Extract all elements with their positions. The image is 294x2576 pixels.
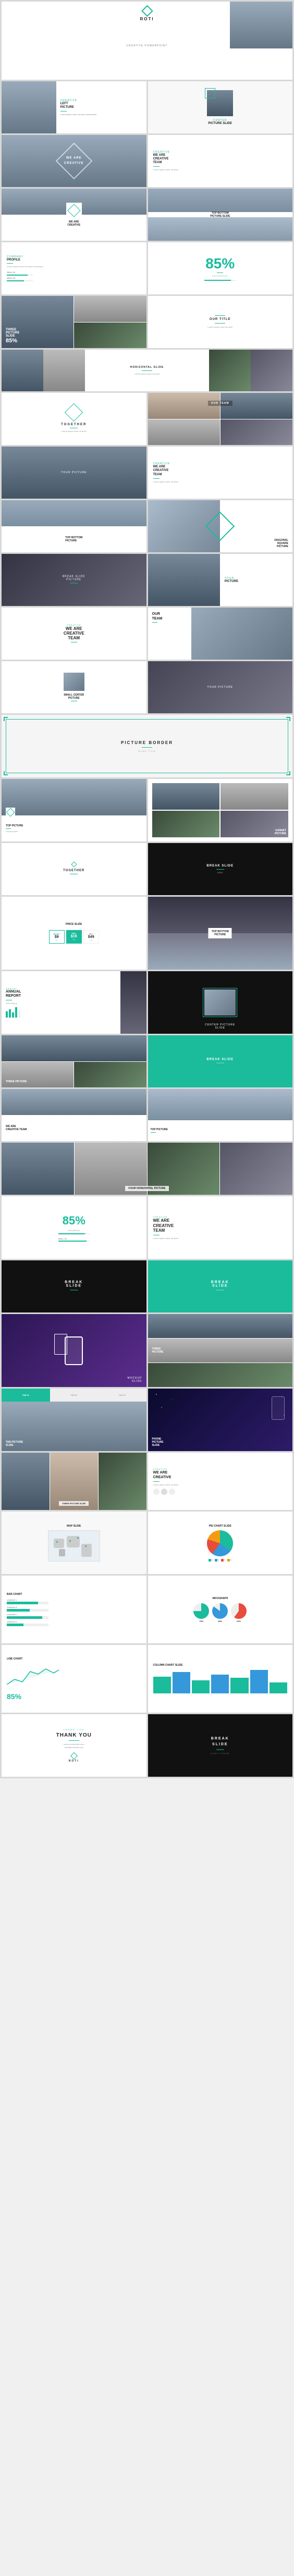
slide-thank-you: THANK YOU THANK YOU www.yourwebsite.comh…	[2, 1714, 146, 1777]
slide-break-final: BREAKSLIDE DARK THEME	[148, 1714, 293, 1777]
slide-your-picture-2: YOUR PICTURE	[148, 554, 293, 606]
slide-creative-team-4: WE ARECREATIVE TEAM	[2, 1089, 146, 1141]
slide-top-bottom: TOP BOTTOMPICTURE SLIDE	[148, 189, 293, 241]
row-16: TOGETHER BREAK SLIDE DARK	[2, 843, 292, 895]
slide-three-picture-3: THREEPICTURE	[148, 1314, 293, 1387]
slide-top-bottom-3: TOP BOTTOMPICTURE	[148, 897, 293, 970]
row-30: THANK YOU THANK YOU www.yourwebsite.comh…	[2, 1714, 292, 1777]
row-20: WE ARECREATIVE TEAM TOP PICTURE	[2, 1089, 292, 1141]
slide-creative-team-2: CREATIVE WE ARECREATIVETEAM Lorem ipsum …	[148, 447, 293, 499]
slide-column-chart: COLUMN CHART SLIDE	[148, 1645, 293, 1713]
slide-picture-border: PICTURE BORDER SLIDE TITLE	[2, 715, 292, 777]
slide-ganset: GANSETPICTURE	[148, 779, 293, 841]
row-29: LINE CHART 85% COLUMN CHART SLIDE	[2, 1645, 292, 1713]
slide-three-picture-4: THREE PICTURE SLIDE	[2, 1453, 146, 1510]
slide-our-team-1: OUR TEAM	[148, 393, 293, 445]
slide-creative-team-5: CREATIVE WE ARECREATIVETEAM Lorem ipsum …	[148, 1196, 293, 1259]
row-24: MOCKUPSLIDE THREEPICTURE	[2, 1314, 292, 1387]
row-27: MAP SLIDE PIE CHART SLIDE	[2, 1512, 292, 1574]
slide-our-team-2: OURTEAM	[148, 608, 293, 660]
row-8: TOGETHER Lorem ipsum dolor sit amet OUR …	[2, 393, 292, 445]
slide-break-2: BREAK SLIDE	[148, 1035, 293, 1087]
line-chart-svg	[7, 1664, 59, 1690]
slide-mockup: MOCKUPSLIDE	[2, 1314, 146, 1387]
slide-break-picture: BREAK SLIDEPICTURE	[2, 554, 146, 606]
row-2: CREATIVE LEFTPICTURE Lorem ipsum dolor s…	[2, 81, 292, 133]
row-10: TOP BOTTOMPICTURE DIAGONALSQUAREPICTURE	[2, 500, 292, 552]
row-18: ANNUAL ANNUALREPORT 2024 Report	[2, 971, 292, 1034]
slide-horizontal: HORIZONTAL SLIDE Lorem ipsum dolor sit a…	[2, 350, 292, 391]
row-23: BREAKSLIDE BREAKSLIDE	[2, 1260, 292, 1312]
slide-center-picture: CENTER PICTURE SLIDE	[148, 81, 293, 133]
slide-company-profile: COMPANY PROFILE Lorem ipsum dolor sit am…	[2, 242, 146, 294]
row-11: BREAK SLIDEPICTURE YOUR PICTURE	[2, 554, 292, 606]
slide-small-center: SMALL CENTERPICTURE	[2, 661, 146, 713]
slide-top-picture-2: TOP PICTURE	[148, 1089, 293, 1141]
slide-four-horizontal: FOUR HORIZONTAL PICTURE	[2, 1143, 292, 1195]
slide-top-picture: TOP PICTURE Lorem ipsum	[2, 779, 146, 841]
slide-pie-chart: PIE CHART SLIDE A B C D	[148, 1512, 293, 1574]
slide-diagonal: DIAGONALSQUAREPICTURE	[148, 500, 293, 552]
slide-break-teal: BREAKSLIDE	[148, 1260, 293, 1312]
slide-line-chart: LINE CHART 85%	[2, 1645, 146, 1713]
row-12: CREATIVE WE ARECREATIVETEAM OURTEAM	[2, 608, 292, 660]
slide-annual-report: ANNUAL ANNUALREPORT 2024 Report	[2, 971, 146, 1034]
slide-creative-6: CREATIVE WE ARECREATIVE Lorem ipsum dolo…	[148, 1453, 293, 1510]
slide-break-dark-2: BREAKSLIDE	[2, 1260, 146, 1312]
slide-left-picture: CREATIVE LEFTPICTURE Lorem ipsum dolor s…	[2, 81, 146, 133]
slide-center-dark: CENTER PICTURESLIDE	[148, 971, 293, 1034]
slide-cover: ROTI CREATIVE POWERPOINT	[2, 2, 292, 80]
slide-our-title: OUR TITLE Lorem ipsum dolor sit amet	[148, 296, 293, 348]
slide-tab-picture: TAB 01 TAB 02 TAB 03 TAB PICTURESLIDE	[2, 1389, 146, 1451]
row-17: PRICE SLIDE BASIC $9 /mo PRO $19 /mo ENT	[2, 897, 292, 970]
slide-together: TOGETHER Lorem ipsum dolor sit amet	[2, 393, 146, 445]
slide-we-are-creative: WE ARECREATIVE	[2, 135, 146, 187]
row-13: SMALL CENTERPICTURE YOUR PICTURE	[2, 661, 292, 713]
slide-together-2: TOGETHER	[2, 843, 146, 895]
slide-top-bottom-2: TOP BOTTOMPICTURE	[2, 500, 146, 552]
row-6: THREEPICTURESLIDE 85% OUR TITLE Lorem ip…	[2, 296, 292, 348]
row-25: TAB 01 TAB 02 TAB 03 TAB PICTURESLIDE	[2, 1389, 292, 1451]
slide-price: PRICE SLIDE BASIC $9 /mo PRO $19 /mo ENT	[2, 897, 146, 970]
row-22: 85% PROGRESS SKILL 01 CREATIVE WE ARECRE…	[2, 1196, 292, 1259]
slide-phone-picture: PHONEPICTURESLIDE	[148, 1389, 293, 1451]
row-15: TOP PICTURE Lorem ipsum GANSETPICTURE	[2, 779, 292, 841]
row-3: WE ARECREATIVE CREATIVE WE ARECREATIVETE…	[2, 135, 292, 187]
slide-we-are-creative-2: WE ARECREATIVE	[2, 189, 146, 241]
cover-subtitle: CREATIVE POWERPOINT	[126, 44, 167, 47]
row-5: COMPANY PROFILE Lorem ipsum dolor sit am…	[2, 242, 292, 294]
slide-break-dark: BREAK SLIDE DARK	[148, 843, 293, 895]
slide-bar-chart: BAR CHART CATEGORY A CATEGORY B CATEGORY…	[2, 1576, 146, 1643]
slide-your-picture-3: YOUR PICTURE	[148, 661, 293, 713]
slides-container: ROTI CREATIVE POWERPOINT C	[0, 0, 294, 1778]
slide-we-are-creative-team: CREATIVE WE ARECREATIVETEAM Lorem ipsum …	[148, 135, 293, 187]
row-26: THREE PICTURE SLIDE CREATIVE WE ARECREAT…	[2, 1453, 292, 1510]
row-28: BAR CHART CATEGORY A CATEGORY B CATEGORY…	[2, 1576, 292, 1643]
row-9: YOUR PICTURE CREATIVE WE ARECREATIVETEAM…	[2, 447, 292, 499]
row-19: THREE PICTURE BREAK SLIDE	[2, 1035, 292, 1087]
slide-three-picture-2: THREE PICTURE	[2, 1035, 146, 1087]
slide-percent-2: 85% PROGRESS SKILL 01	[2, 1196, 146, 1259]
slide-percent: 85% PROGRESS	[148, 242, 293, 294]
slide-map: MAP SLIDE	[2, 1512, 146, 1574]
logo-text: ROTI	[140, 17, 154, 21]
slide-infograph: INFOGRAPH 75% 85% 60%	[148, 1576, 293, 1643]
slide-creative-team-3: CREATIVE WE ARECREATIVETEAM	[2, 608, 146, 660]
slide-three-picture: THREEPICTURESLIDE 85%	[2, 296, 146, 348]
slide-your-picture-1: YOUR PICTURE	[2, 447, 146, 499]
row-4: WE ARECREATIVE TOP BOTTOMPICTURE SLIDE	[2, 189, 292, 241]
